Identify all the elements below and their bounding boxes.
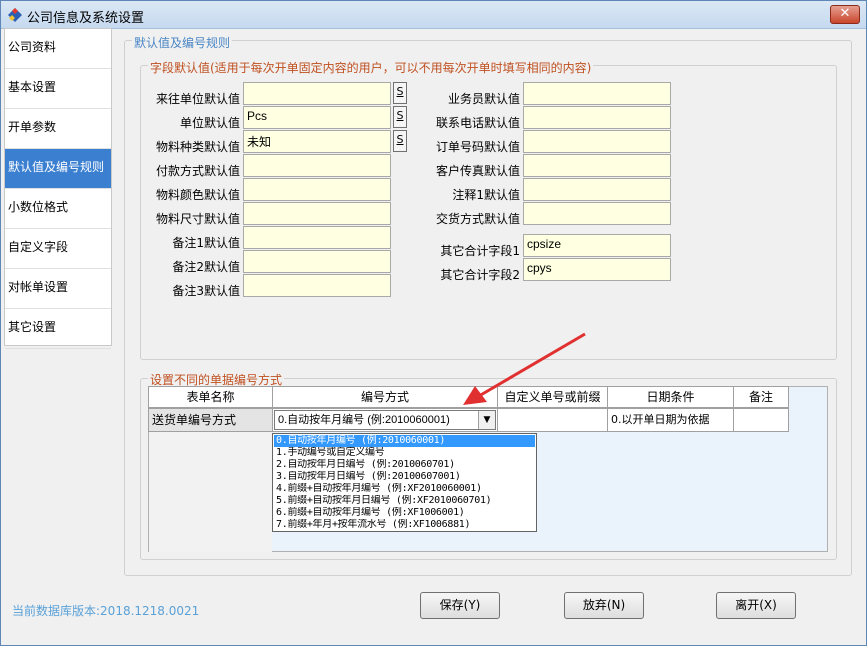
field-label: 备注3默认值 xyxy=(172,284,240,298)
order-number-default-input[interactable] xyxy=(523,130,671,153)
sidebar-item-custom-fields[interactable]: 自定义字段 xyxy=(5,229,111,269)
field-label: 来往单位默认值 xyxy=(155,92,240,106)
note3-default-input[interactable] xyxy=(243,274,391,297)
material-type-select-button[interactable]: S xyxy=(393,130,407,152)
column-header-note[interactable]: 备注 xyxy=(733,386,789,408)
leave-button[interactable]: 离开(X) xyxy=(716,592,796,619)
annotation-arrow-icon xyxy=(463,332,586,405)
field-label: 其它合计字段1 xyxy=(440,244,520,258)
field-label: 物料尺寸默认值 xyxy=(155,212,240,226)
numbering-method-select[interactable]: 0.自动按年月编号 (例:2010060001) xyxy=(274,410,496,430)
sidebar-item-statement-settings[interactable]: 对帐单设置 xyxy=(5,269,111,309)
field-label: 物料种类默认值 xyxy=(155,140,240,154)
sidebar-item-billing-params[interactable]: 开单参数 xyxy=(5,109,111,149)
chevron-down-icon[interactable]: ▼ xyxy=(478,411,495,429)
partner-default-input[interactable] xyxy=(243,82,391,105)
unit-default-input[interactable]: Pcs xyxy=(243,106,391,129)
field-label: 单位默认值 xyxy=(179,116,240,130)
field-label: 其它合计字段2 xyxy=(440,268,520,282)
field-label: 物料颜色默认值 xyxy=(155,188,240,202)
payment-method-default-input[interactable] xyxy=(243,154,391,177)
app-logo-icon xyxy=(8,8,22,22)
field-label: 备注2默认值 xyxy=(172,260,240,274)
dropdown-option[interactable]: 6.前缀+自动按年月编号 (例:XF1006001) xyxy=(274,507,535,519)
date-condition-cell[interactable]: 0.以开单日期为依据 xyxy=(607,408,734,432)
dropdown-option[interactable]: 4.前缀+自动按年月编号 (例:XF2010060001) xyxy=(274,483,535,495)
total-field2-input[interactable]: cpys xyxy=(523,258,671,281)
delivery-method-default-input[interactable] xyxy=(523,202,671,225)
save-button[interactable]: 保存(Y) xyxy=(420,592,500,619)
field-label: 客户传真默认值 xyxy=(435,164,520,178)
field-label: 业务员默认值 xyxy=(447,92,520,106)
dropdown-option[interactable]: 5.前缀+自动按年月日编号 (例:XF2010060701) xyxy=(274,495,535,507)
numbering-method-dropdown: 0.自动按年月编号 (例:2010060001) 1.手动编号或自定义编号 2.… xyxy=(272,433,537,532)
dropdown-option[interactable]: 7.前缀+年月+按年流水号 (例:XF1006881) xyxy=(274,519,535,531)
material-type-default-input[interactable]: 未知 xyxy=(243,130,391,153)
grid-empty-area xyxy=(148,432,272,552)
salesperson-default-input[interactable] xyxy=(523,82,671,105)
total-field1-input[interactable]: cpsize xyxy=(523,234,671,257)
partner-select-button[interactable]: S xyxy=(393,82,407,104)
phone-default-input[interactable] xyxy=(523,106,671,129)
prefix-cell[interactable] xyxy=(497,408,608,432)
sidebar-item-basic-settings[interactable]: 基本设置 xyxy=(5,69,111,109)
note-cell[interactable] xyxy=(733,408,789,432)
sidebar-item-other-settings[interactable]: 其它设置 xyxy=(5,309,111,349)
dropdown-option[interactable]: 1.手动编号或自定义编号 xyxy=(274,447,535,459)
field-label: 备注1默认值 xyxy=(172,236,240,250)
section-title: 默认值及编号规则 xyxy=(132,34,233,51)
close-button[interactable]: ✕ xyxy=(830,5,860,24)
settings-sidebar: 公司资料 基本设置 开单参数 默认值及编号规则 小数位格式 自定义字段 对帐单设… xyxy=(4,28,112,349)
field-label: 订单号码默认值 xyxy=(435,140,520,154)
note1-default-input[interactable] xyxy=(243,226,391,249)
field-label: 联系电话默认值 xyxy=(435,116,520,130)
sidebar-item-decimal-format[interactable]: 小数位格式 xyxy=(5,189,111,229)
dropdown-option[interactable]: 2.自动按年月日编号 (例:2010060701) xyxy=(274,459,535,471)
database-version: 当前数据库版本:2018.1218.0021 xyxy=(12,604,200,618)
form-name-cell: 送货单编号方式 xyxy=(148,408,273,432)
fax-default-input[interactable] xyxy=(523,154,671,177)
note2-default-input[interactable] xyxy=(243,250,391,273)
dropdown-option[interactable]: 0.自动按年月编号 (例:2010060001) xyxy=(274,435,535,447)
column-header-form-name[interactable]: 表单名称 xyxy=(148,386,273,408)
field-label: 注释1默认值 xyxy=(452,188,520,202)
field-label: 付款方式默认值 xyxy=(155,164,240,178)
discard-button[interactable]: 放弃(N) xyxy=(564,592,644,619)
title-bar: 公司信息及系统设置 ✕ xyxy=(1,1,866,29)
material-size-default-input[interactable] xyxy=(243,202,391,225)
unit-select-button[interactable]: S xyxy=(393,106,407,128)
material-color-default-input[interactable] xyxy=(243,178,391,201)
window-title: 公司信息及系统设置 xyxy=(27,11,145,26)
sidebar-item-company-info[interactable]: 公司资料 xyxy=(5,29,111,69)
sidebar-item-defaults-numbering[interactable]: 默认值及编号规则 xyxy=(5,149,111,189)
field-label: 交货方式默认值 xyxy=(435,212,520,226)
field-defaults-legend: 字段默认值(适用于每次开单固定内容的用户，可以不用每次开单时填写相同的内容) xyxy=(148,59,594,76)
column-header-date-condition[interactable]: 日期条件 xyxy=(607,386,734,408)
remark1-default-input[interactable] xyxy=(523,178,671,201)
dropdown-option[interactable]: 3.自动按年月日编号 (例:20100607001) xyxy=(274,471,535,483)
